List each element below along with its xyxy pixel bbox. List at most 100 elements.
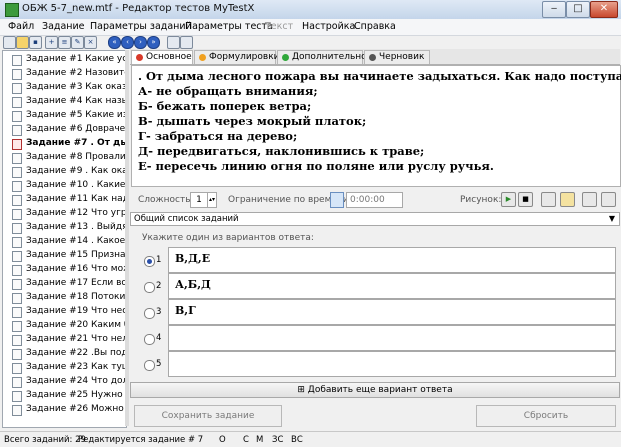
list-item[interactable]: Задание #20 Каким был <box>3 319 126 333</box>
first-icon[interactable]: « <box>108 36 121 49</box>
save-task-button[interactable]: Сохранить задание <box>134 405 282 427</box>
list-item[interactable]: Задание #5 Какие из пе <box>3 109 126 123</box>
task-icon <box>12 83 22 94</box>
paste-icon[interactable] <box>180 36 193 49</box>
list-item[interactable]: Задание #16 Что можно <box>3 263 126 277</box>
answer-radio-3[interactable] <box>144 308 155 319</box>
list-item[interactable]: Задание #17 Если во вр <box>3 277 126 291</box>
plus-icon: ⊞ <box>297 385 308 395</box>
picture-clear-icon[interactable] <box>541 192 556 207</box>
picture-icon-2[interactable] <box>601 192 616 207</box>
task-icon <box>12 279 22 290</box>
copy-icon[interactable] <box>167 36 180 49</box>
menu-help[interactable]: Справка <box>354 21 396 32</box>
time-limit-checkbox[interactable] <box>330 192 344 208</box>
task-icon <box>12 363 22 374</box>
answer-radio-4[interactable] <box>144 334 155 345</box>
list-item[interactable]: Задание #12 Что угрож <box>3 207 126 221</box>
difficulty-input[interactable]: 1 <box>190 192 208 208</box>
list-item[interactable]: Задание #23 Как тушит <box>3 361 126 375</box>
answer-field-5[interactable] <box>168 351 616 377</box>
list-item[interactable]: Задание #13 . Выйдя из <box>3 221 126 235</box>
splitter[interactable] <box>125 50 129 426</box>
next-icon[interactable]: › <box>134 36 147 49</box>
task-list: Задание #1 Какие услов Задание #2 Назови… <box>2 50 127 428</box>
add-answer-button[interactable]: ⊞ Добавить еще вариант ответа <box>130 382 620 398</box>
prev-icon[interactable]: ‹ <box>121 36 134 49</box>
list-item-active[interactable]: Задание #7 . От дым <box>3 137 126 151</box>
camera-icon[interactable]: ■ <box>518 192 533 207</box>
list-item[interactable]: Задание #24 Что долже <box>3 375 126 389</box>
menu-task-params[interactable]: Параметры заданий <box>90 21 192 32</box>
task-list-select[interactable]: Общий список заданий ▼ <box>130 212 620 226</box>
reset-button[interactable]: Сбросить <box>476 405 616 427</box>
list-item[interactable]: Задание #18 Потоки с г <box>3 291 126 305</box>
list-item[interactable]: Задание #6 Доврачебна <box>3 123 126 137</box>
tab-draft[interactable]: Черновик <box>364 50 430 64</box>
save-icon[interactable]: ▪ <box>29 36 42 49</box>
list-item[interactable]: Задание #19 Что необх <box>3 305 126 319</box>
open-icon[interactable] <box>16 36 29 49</box>
last-icon[interactable]: » <box>147 36 160 49</box>
list-item[interactable]: Задание #26 Можно ли <box>3 403 126 417</box>
answer-number: 1 <box>156 255 162 265</box>
new-icon[interactable] <box>3 36 16 49</box>
question-line: Г- забраться на дерево; <box>138 129 298 143</box>
question-line: А- не обращать внимания; <box>138 84 318 98</box>
picture-icon-1[interactable] <box>582 192 597 207</box>
task-icon <box>12 181 22 192</box>
edit-task-icon <box>12 139 22 150</box>
list-item[interactable]: Задание #25 Нужно или <box>3 389 126 403</box>
time-input[interactable]: 0:00:00 <box>346 192 403 208</box>
red-dot-icon <box>136 54 143 61</box>
edit-task-icon[interactable]: ✎ <box>71 36 84 49</box>
task-icon <box>12 209 22 220</box>
answer-radio-1[interactable] <box>144 256 155 267</box>
list-item[interactable]: Задание #4 Как называ <box>3 95 126 109</box>
tab-formulations[interactable]: Формулировки <box>194 50 280 64</box>
status-m: М <box>256 435 264 445</box>
tab-additional[interactable]: Дополнительно <box>277 50 367 64</box>
answers-panel: Укажите один из вариантов ответа: 1 В,Д,… <box>130 226 620 406</box>
menu-settings[interactable]: Настройка <box>302 21 355 32</box>
answer-number: 5 <box>156 359 162 369</box>
difficulty-spin[interactable]: ▴▾ <box>207 192 217 208</box>
load-picture-icon[interactable]: ▶ <box>501 192 516 207</box>
list-item[interactable]: Задание #11 Как надо т <box>3 193 126 207</box>
task-icon <box>12 237 22 248</box>
maximize-icon[interactable]: □ <box>566 1 590 18</box>
list-item[interactable]: Задание #2 Назовите г <box>3 67 126 81</box>
list-item[interactable]: Задание #1 Какие услов <box>3 53 126 67</box>
chevron-down-icon: ▼ <box>608 214 615 223</box>
list-item[interactable]: Задание #15 Признаки <box>3 249 126 263</box>
status-total: Всего заданий: 29 <box>4 435 86 445</box>
question-editor[interactable]: . От дыма лесного пожара вы начинаете за… <box>131 65 621 187</box>
list-item[interactable]: Задание #8 Проваливш <box>3 151 126 165</box>
list-item[interactable]: Задание #9 . Как оказат <box>3 165 126 179</box>
menu-file[interactable]: Файл <box>8 21 34 32</box>
answer-field-2[interactable]: А,Б,Д <box>168 273 616 299</box>
menu-task[interactable]: Задание <box>42 21 85 32</box>
add-task-icon[interactable]: + <box>45 36 58 49</box>
close-icon[interactable]: ✕ <box>590 1 618 18</box>
minimize-icon[interactable]: ‒ <box>542 1 566 18</box>
list-item[interactable]: Задание #14 . Какое кр <box>3 235 126 249</box>
delete-task-icon[interactable]: × <box>84 36 97 49</box>
list-item[interactable]: Задание #10 . Какие де <box>3 179 126 193</box>
status-bar: Всего заданий: 29 Редактируется задание … <box>0 431 621 447</box>
tab-main[interactable]: Основное <box>131 50 193 64</box>
question-line: . От дыма лесного пожара вы начинаете за… <box>138 69 621 83</box>
answer-radio-5[interactable] <box>144 360 155 371</box>
menu-text[interactable]: Текст <box>265 21 293 32</box>
paste-picture-icon[interactable] <box>560 192 575 207</box>
list-item[interactable]: Задание #3 Как оказать <box>3 81 126 95</box>
answer-field-1[interactable]: В,Д,Е <box>168 247 616 273</box>
answer-radio-2[interactable] <box>144 282 155 293</box>
menu-test-params[interactable]: Параметры теста <box>185 21 273 32</box>
answer-field-4[interactable] <box>168 325 616 351</box>
insert-task-icon[interactable]: ≡ <box>58 36 71 49</box>
answer-field-3[interactable]: В,Г <box>168 299 616 325</box>
task-icon <box>12 111 22 122</box>
list-item[interactable]: Задание #21 Что нельз <box>3 333 126 347</box>
list-item[interactable]: Задание #22 .Вы подош <box>3 347 126 361</box>
